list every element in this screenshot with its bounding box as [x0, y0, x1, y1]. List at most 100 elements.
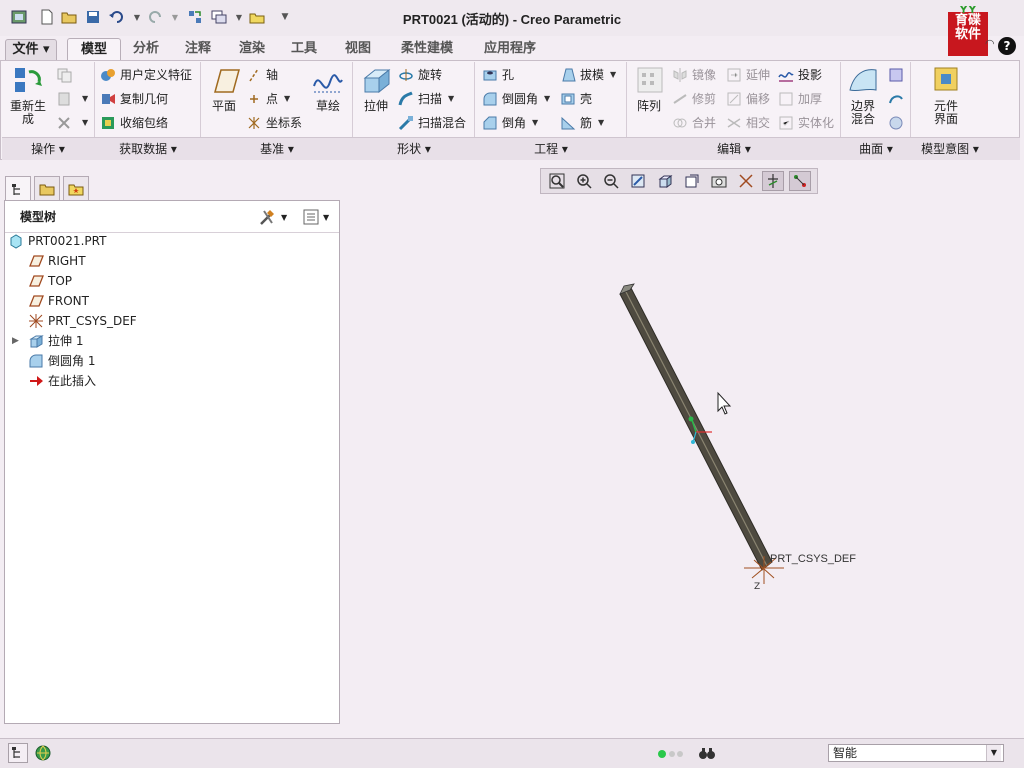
project-button[interactable]: 投影 [778, 64, 822, 86]
tree-settings-button[interactable]: ▼ [258, 206, 292, 228]
axis-button[interactable]: 轴 [246, 64, 278, 86]
toggle-browser-button[interactable] [32, 743, 54, 763]
tree-item-extrude[interactable]: ▶ 拉伸 1 [12, 331, 83, 351]
expand-arrow-icon[interactable]: ▶ [12, 331, 24, 351]
list-view-icon [303, 209, 319, 225]
find-button[interactable] [696, 744, 718, 762]
tree-item-right[interactable]: RIGHT [28, 251, 86, 271]
saved-orientations-button[interactable] [681, 171, 703, 191]
group-engineering[interactable]: 工程 ▾ [476, 140, 626, 158]
tab-view[interactable]: 视图 [336, 38, 380, 60]
tree-show-button[interactable]: ▼ [302, 206, 336, 228]
model-view[interactable] [344, 200, 1024, 730]
intersect-button[interactable]: 相交 [726, 112, 770, 134]
tab-tools[interactable]: 工具 [282, 38, 326, 60]
tab-analysis[interactable]: 分析 [124, 38, 168, 60]
solidify-button[interactable]: 实体化 [778, 112, 834, 134]
csys-button[interactable]: 坐标系 [246, 112, 302, 134]
help-icon[interactable]: ? [998, 37, 1016, 55]
display-style-button[interactable] [654, 171, 676, 191]
graphics-area[interactable] [344, 200, 1024, 730]
intersect-label: 相交 [746, 116, 771, 130]
merge-button[interactable]: 合并 [672, 112, 716, 134]
camera-icon [711, 176, 727, 188]
copy-icon[interactable] [56, 64, 76, 86]
plane-button[interactable]: 平面 [206, 66, 242, 113]
tab-file[interactable]: 文件 ▾ [5, 39, 57, 61]
boundary-blend-label: 边界混合 [850, 99, 875, 126]
group-shape[interactable]: 形状 ▾ [354, 140, 474, 158]
selection-filter-dropdown[interactable]: 智能 ▼ [828, 744, 1004, 762]
group-operations[interactable]: 操作 ▾ [2, 140, 94, 158]
swept-blend-button[interactable]: 扫描混合 [398, 112, 466, 134]
group-surfaces[interactable]: 曲面 ▾ [842, 140, 910, 158]
freestyle-icon[interactable] [888, 112, 908, 134]
tab-folder-browser[interactable] [34, 176, 60, 200]
group-model-intent[interactable]: 模型意图 ▾ [912, 140, 988, 158]
view-manager-button[interactable] [708, 171, 730, 191]
tab-annotate[interactable]: 注释 [176, 38, 220, 60]
tree-item-csys[interactable]: PRT_CSYS_DEF [28, 311, 137, 331]
component-interface-button[interactable]: 元件界面 [924, 66, 968, 126]
project-icon [778, 67, 794, 83]
tab-flexible-modeling[interactable]: 柔性建模 [390, 38, 464, 60]
shell-button[interactable]: 壳 [560, 88, 592, 110]
chevron-down-icon[interactable]: ▼ [986, 745, 1001, 761]
extend-button[interactable]: 延伸 [726, 64, 770, 86]
draft-button[interactable]: 拔模 ▼ [560, 64, 616, 86]
zoom-in-button[interactable] [573, 171, 595, 191]
tab-favorites[interactable] [63, 176, 89, 200]
tree-item-top[interactable]: TOP [28, 271, 72, 291]
group-editing[interactable]: 编辑 ▾ [628, 140, 840, 158]
tree-item-insert-here[interactable]: 在此插入 [28, 371, 96, 391]
annotation-display-button[interactable] [762, 171, 784, 191]
tree-item-round[interactable]: 倒圆角 1 [28, 351, 95, 371]
model-tree-icon [12, 747, 20, 758]
group-datum[interactable]: 基准 ▾ [202, 140, 352, 158]
pattern-button[interactable]: 阵列 [632, 66, 666, 113]
tab-model-tree[interactable] [5, 176, 31, 202]
refit-button[interactable] [546, 171, 568, 191]
hole-button[interactable]: 孔 [482, 64, 514, 86]
tree-item-front[interactable]: FRONT [28, 291, 89, 311]
component-interface-icon [929, 66, 963, 96]
revolve-button[interactable]: 旋转 [398, 64, 442, 86]
group-get-data[interactable]: 获取数据 ▾ [96, 140, 200, 158]
chevron-down-icon: ▼ [281, 212, 288, 222]
regenerate-button[interactable]: 重新生成 [8, 66, 48, 126]
offset-button[interactable]: 偏移 [726, 88, 770, 110]
thicken-button[interactable]: 加厚 [778, 88, 822, 110]
trim-button[interactable]: 修剪 [672, 88, 716, 110]
tab-model[interactable]: 模型 [67, 38, 121, 62]
sketch-button[interactable]: 草绘 [310, 66, 346, 113]
copy-geometry-button[interactable]: 复制几何 [100, 88, 168, 110]
mirror-button[interactable]: 镜像 [672, 64, 716, 86]
sweep-button[interactable]: 扫描 ▼ [398, 88, 454, 110]
shrinkwrap-button[interactable]: 收缩包络 [100, 112, 168, 134]
tab-render[interactable]: 渲染 [230, 38, 274, 60]
delete-icon[interactable]: ▼ [56, 112, 88, 134]
axis-label: 轴 [266, 68, 279, 82]
tree-item-part[interactable]: PRT0021.PRT [8, 231, 106, 251]
datum-display-button[interactable] [735, 171, 757, 191]
chamfer-icon [482, 115, 498, 131]
zoom-out-button[interactable] [600, 171, 622, 191]
minimize-ribbon-icon[interactable]: ◠ [985, 37, 997, 55]
round-button[interactable]: 倒圆角 ▼ [482, 88, 550, 110]
point-display-button[interactable] [789, 171, 811, 191]
paste-icon[interactable]: ▼ [56, 88, 88, 110]
chamfer-button[interactable]: 倒角 ▼ [482, 112, 538, 134]
tab-applications[interactable]: 应用程序 [474, 38, 546, 60]
boundary-blend-button[interactable]: 边界混合 [844, 66, 882, 126]
rib-button[interactable]: 筋 ▼ [560, 112, 604, 134]
refit-icon [549, 173, 565, 189]
user-defined-feature-button[interactable]: 用户定义特征 [100, 64, 192, 86]
style-surface-icon[interactable] [888, 88, 908, 110]
point-button[interactable]: 点 ▼ [246, 88, 290, 110]
axis-icon [246, 67, 262, 83]
extrude-button[interactable]: 拉伸 [358, 66, 394, 113]
repaint-button[interactable] [627, 171, 649, 191]
toggle-navigator-button[interactable] [8, 743, 28, 763]
rib-icon [560, 115, 576, 131]
fill-surface-icon[interactable] [888, 64, 908, 86]
